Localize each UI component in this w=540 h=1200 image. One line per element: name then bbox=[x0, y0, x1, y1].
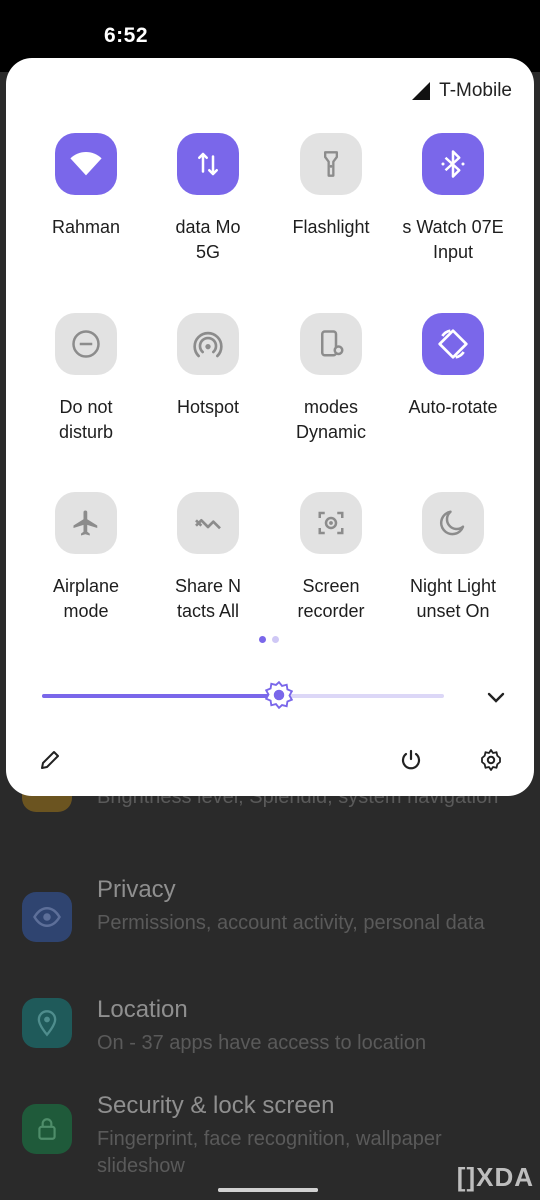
tile-mobile-data[interactable]: data Mo 5G bbox=[148, 133, 268, 265]
edit-pencil-icon[interactable] bbox=[36, 746, 64, 774]
tile-label: Night Light unset On bbox=[409, 576, 497, 621]
screen-recorder-icon[interactable] bbox=[300, 492, 362, 554]
settings-gear-icon[interactable] bbox=[477, 746, 505, 774]
page-dot[interactable] bbox=[272, 636, 279, 643]
settings-item-title: Location bbox=[97, 996, 188, 1023]
airplane-icon[interactable] bbox=[55, 492, 117, 554]
tile-label: Airplane mode bbox=[52, 576, 120, 621]
tile-do-not-disturb[interactable]: Do not disturb bbox=[26, 313, 146, 445]
wifi-icon[interactable] bbox=[55, 133, 117, 195]
tile-label: Auto-rotate bbox=[408, 397, 498, 417]
xda-watermark: []XDA bbox=[456, 1162, 534, 1192]
nearby-share-icon[interactable] bbox=[177, 492, 239, 554]
lock-icon bbox=[22, 1104, 72, 1154]
settings-item-subtitle: Fingerprint, face recognition, wallpaper… bbox=[97, 1128, 442, 1177]
hotspot-icon[interactable] bbox=[177, 313, 239, 375]
tile-dynamic-modes[interactable]: modes Dynamic bbox=[271, 313, 391, 445]
settings-item-title: Security & lock screen bbox=[97, 1092, 335, 1119]
tile-label: data Mo 5G bbox=[175, 217, 241, 262]
tile-wifi[interactable]: Rahman bbox=[26, 133, 146, 240]
mobile-data-icon[interactable] bbox=[177, 133, 239, 195]
bluetooth-icon[interactable] bbox=[422, 133, 484, 195]
power-icon[interactable] bbox=[397, 746, 425, 774]
auto-rotate-icon[interactable] bbox=[422, 313, 484, 375]
clock: 6:52 bbox=[104, 24, 149, 47]
brightness-slider[interactable] bbox=[42, 694, 444, 698]
tile-label: modes Dynamic bbox=[295, 397, 366, 442]
do-not-disturb-icon[interactable] bbox=[55, 313, 117, 375]
settings-item-title: Privacy bbox=[97, 876, 176, 903]
tile-hotspot[interactable]: Hotspot bbox=[148, 313, 268, 420]
tile-screen-recorder[interactable]: Screen recorder bbox=[271, 492, 391, 624]
tile-nearby-share[interactable]: Share Ntacts All bbox=[148, 492, 268, 624]
tile-label: Rahman bbox=[51, 217, 121, 237]
tile-label: Flashlight bbox=[292, 217, 370, 237]
tile-label: Hotspot bbox=[176, 397, 240, 417]
page-dot-active[interactable] bbox=[259, 636, 266, 643]
tile-label: Do not disturb bbox=[58, 397, 114, 442]
tile-airplane-mode[interactable]: Airplane mode bbox=[26, 492, 146, 624]
flashlight-icon[interactable] bbox=[300, 133, 362, 195]
carrier-indicator: T-Mobile bbox=[411, 80, 512, 102]
expand-chevron-down-icon[interactable] bbox=[484, 685, 508, 709]
settings-item-subtitle: On - 37 apps have access to location bbox=[97, 1032, 427, 1054]
privacy-icon bbox=[22, 892, 72, 942]
tile-night-light[interactable]: Night Light unset On bbox=[393, 492, 513, 624]
location-icon bbox=[22, 998, 72, 1048]
dynamic-modes-icon[interactable] bbox=[300, 313, 362, 375]
signal-icon bbox=[412, 82, 431, 100]
home-indicator-bar[interactable] bbox=[218, 1188, 318, 1192]
night-light-icon[interactable] bbox=[422, 492, 484, 554]
tile-label: Share Ntacts All bbox=[174, 576, 242, 621]
tile-auto-rotate[interactable]: Auto-rotate bbox=[393, 313, 513, 420]
tile-label: Screen recorder bbox=[297, 576, 365, 621]
page-indicator bbox=[259, 636, 279, 643]
tile-flashlight[interactable]: Flashlight bbox=[271, 133, 391, 240]
carrier-name: T-Mobile bbox=[439, 80, 512, 101]
brightness-thumb-icon[interactable] bbox=[264, 680, 294, 710]
tile-bluetooth[interactable]: s Watch 07E Input bbox=[393, 133, 513, 265]
tile-label: s Watch 07E Input bbox=[402, 217, 504, 262]
brightness-fill bbox=[42, 694, 279, 698]
quick-settings-panel: T-Mobile Rahman data Mo 5G Flashlight s W… bbox=[6, 58, 534, 796]
settings-item-subtitle: Permissions, account activity, personal … bbox=[97, 912, 485, 934]
